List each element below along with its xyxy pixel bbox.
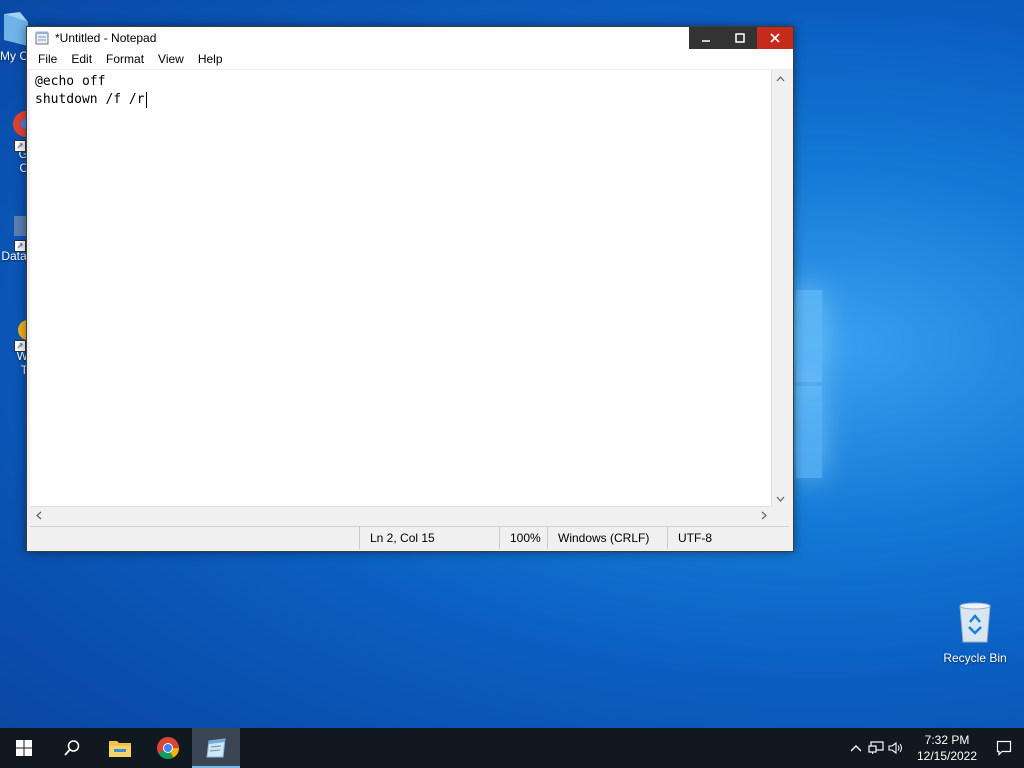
chevron-right-icon bbox=[761, 511, 767, 520]
scroll-down-button[interactable] bbox=[772, 490, 789, 507]
status-spacer bbox=[30, 527, 359, 549]
editor-line: @echo off bbox=[35, 74, 106, 89]
vertical-scrollbar[interactable] bbox=[771, 70, 789, 507]
scroll-right-button[interactable] bbox=[755, 507, 772, 524]
desktop-icon-label: My C bbox=[0, 49, 28, 63]
shortcut-arrow-icon: ↗ bbox=[14, 140, 26, 152]
menu-edit[interactable]: Edit bbox=[64, 52, 99, 66]
start-button[interactable] bbox=[0, 728, 48, 768]
shortcut-arrow-icon: ↗ bbox=[14, 340, 26, 352]
wallpaper-pane-bottom bbox=[796, 386, 822, 478]
close-icon bbox=[770, 33, 780, 43]
file-explorer-icon bbox=[109, 741, 131, 757]
file-explorer-button[interactable] bbox=[96, 728, 144, 768]
windows-logo-wallpaper bbox=[796, 290, 822, 480]
shortcut-arrow-icon: ↗ bbox=[14, 240, 26, 252]
volume-icon bbox=[888, 741, 902, 755]
chrome-button[interactable] bbox=[144, 728, 192, 768]
editor-line-with-caret: shutdown /f /r bbox=[35, 91, 767, 109]
notepad-taskbar-button[interactable] bbox=[192, 728, 240, 768]
status-zoom: 100% bbox=[499, 527, 547, 549]
scrollbar-corner bbox=[772, 507, 789, 524]
menu-help[interactable]: Help bbox=[191, 52, 230, 66]
status-line-endings: Windows (CRLF) bbox=[547, 527, 667, 549]
desktop-icon-app[interactable]: ↗ W T bbox=[0, 312, 28, 377]
chrome-icon bbox=[13, 111, 28, 137]
menu-format[interactable]: Format bbox=[99, 52, 151, 66]
chevron-up-icon bbox=[850, 745, 862, 752]
notepad-icon bbox=[35, 31, 49, 45]
action-center-button[interactable] bbox=[984, 728, 1024, 768]
desktop-icon-data[interactable]: ↗ Data bbox=[0, 212, 28, 263]
menu-bar: File Edit Format View Help bbox=[27, 49, 793, 70]
search-button[interactable] bbox=[48, 728, 96, 768]
desktop-icon-chrome[interactable]: ↗ G C bbox=[0, 110, 28, 175]
desktop-icon-my-computer[interactable]: My C bbox=[0, 12, 28, 63]
taskbar: 7:32 PM 12/15/2022 bbox=[0, 728, 1024, 768]
chrome-icon bbox=[157, 737, 179, 759]
status-cursor-position: Ln 2, Col 15 bbox=[359, 527, 499, 549]
scroll-up-button[interactable] bbox=[772, 70, 789, 87]
desktop-icon-recycle-bin[interactable]: Recycle Bin bbox=[936, 600, 1014, 665]
start-icon bbox=[16, 740, 32, 756]
network-icon bbox=[868, 741, 884, 754]
folder-icon bbox=[4, 12, 28, 46]
menu-view[interactable]: View bbox=[151, 52, 191, 66]
maximize-button[interactable] bbox=[723, 27, 757, 49]
text-editor[interactable]: @echo off shutdown /f /r bbox=[30, 70, 772, 506]
title-bar[interactable]: *Untitled - Notepad bbox=[27, 27, 793, 49]
clock-time: 7:32 PM bbox=[924, 733, 970, 747]
system-tray: 7:32 PM 12/15/2022 bbox=[846, 728, 1024, 768]
search-icon bbox=[64, 740, 80, 756]
chevron-down-icon bbox=[776, 496, 785, 502]
network-button[interactable] bbox=[866, 728, 886, 768]
maximize-icon bbox=[735, 33, 745, 43]
volume-button[interactable] bbox=[886, 728, 906, 768]
chevron-up-icon bbox=[776, 75, 785, 81]
clock-date: 12/15/2022 bbox=[916, 749, 978, 763]
notification-icon bbox=[996, 740, 1012, 756]
desktop-icon-label: W T bbox=[16, 349, 28, 377]
show-hidden-icons-button[interactable] bbox=[846, 728, 866, 768]
minimize-icon bbox=[702, 40, 710, 42]
recycle-bin-icon bbox=[959, 602, 991, 643]
horizontal-scrollbar[interactable] bbox=[30, 506, 772, 524]
minimize-button[interactable] bbox=[689, 27, 723, 49]
status-bar: Ln 2, Col 15 100% Windows (CRLF) UTF-8 bbox=[30, 526, 789, 549]
window-title: *Untitled - Notepad bbox=[55, 31, 157, 45]
editor-area: @echo off shutdown /f /r bbox=[30, 70, 789, 524]
clock[interactable]: 7:32 PM 12/15/2022 bbox=[910, 732, 984, 764]
scroll-left-button[interactable] bbox=[30, 507, 47, 524]
text-caret bbox=[145, 91, 147, 108]
status-encoding: UTF-8 bbox=[667, 527, 789, 549]
notepad-window: *Untitled - Notepad File Edit Format Vie… bbox=[26, 26, 794, 552]
close-button[interactable] bbox=[757, 27, 793, 49]
notepad-icon bbox=[206, 738, 226, 758]
editor-line: shutdown /f /r bbox=[35, 92, 145, 107]
wallpaper-pane-top bbox=[796, 290, 822, 382]
chevron-left-icon bbox=[35, 511, 41, 520]
recycle-bin-label: Recycle Bin bbox=[943, 651, 1007, 665]
menu-file[interactable]: File bbox=[31, 52, 64, 66]
